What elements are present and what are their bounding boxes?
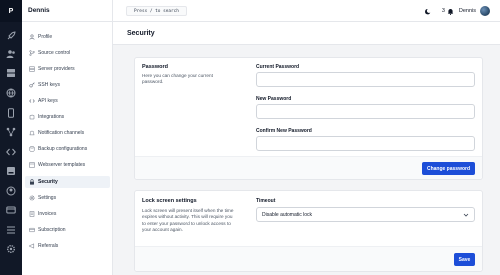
sidebar-item-backup-configurations[interactable]: Backup configurations — [25, 143, 110, 155]
sidebar-item-label: Referrals — [38, 243, 59, 249]
timeout-select[interactable]: Disable automatic lock — [256, 207, 475, 222]
bell-icon — [29, 130, 35, 136]
sidebar-item-api-keys[interactable]: API keys — [25, 95, 110, 107]
network-icon[interactable] — [6, 127, 16, 137]
sidebar-item-label: Source control — [38, 50, 71, 56]
sidebar-item-label: Webserver templates — [38, 162, 86, 168]
branch-icon — [29, 50, 35, 56]
icon-rail: P — [0, 0, 22, 275]
dark-mode-toggle[interactable] — [424, 8, 432, 15]
sidebar-item-webserver-templates[interactable]: Webserver templates — [25, 159, 110, 171]
notifications-button[interactable] — [447, 8, 454, 15]
sidebar-item-label: Notification channels — [38, 130, 85, 136]
save-button[interactable]: Save — [454, 253, 475, 266]
password-card-footer: Change password — [135, 156, 482, 179]
database-icon — [29, 146, 35, 152]
new-password-field[interactable] — [256, 104, 475, 119]
sidebar-item-label: Integrations — [38, 114, 65, 120]
moon-icon — [424, 8, 431, 14]
lock-card-footer: Save — [135, 246, 482, 271]
confirm-password-label: Confirm New Password — [256, 128, 312, 134]
template-icon — [29, 162, 35, 168]
rocket-icon[interactable] — [6, 31, 16, 41]
settings-icon[interactable] — [6, 244, 16, 254]
server-icon — [29, 66, 35, 72]
users-icon[interactable] — [6, 49, 16, 59]
sidebar-item-server-providers[interactable]: Server providers — [25, 63, 110, 75]
gear-icon — [29, 195, 35, 201]
password-section-description: Here you can change your current passwor… — [142, 73, 213, 85]
sidebar-item-source-control[interactable]: Source control — [25, 47, 110, 59]
sidebar-item-label: SSH keys — [38, 82, 60, 88]
timeout-label: Timeout — [256, 198, 276, 204]
change-password-button[interactable]: Change password — [422, 162, 475, 175]
account-icon[interactable] — [6, 186, 16, 196]
sidebar-item-label: API keys — [38, 98, 58, 104]
page-title: Security — [113, 22, 500, 45]
sidebar-item-label: Settings — [38, 195, 57, 201]
avatar[interactable] — [480, 6, 490, 16]
megaphone-icon — [29, 243, 35, 249]
storage-icon[interactable] — [6, 166, 16, 176]
sidebar-item-security[interactable]: Security — [25, 176, 110, 188]
current-password-field[interactable] — [256, 72, 475, 87]
key-icon — [29, 82, 35, 88]
sidebar-item-notification-channels[interactable]: Notification channels — [25, 127, 110, 139]
user-icon — [29, 34, 35, 40]
lock-screen-card: Lock screen settings Lock screen will pr… — [134, 190, 483, 272]
lock-section-description: Lock screen will present itself when the… — [142, 208, 234, 232]
sidebar-item-label: Backup configurations — [38, 146, 88, 152]
servers-icon[interactable] — [6, 68, 16, 78]
list-icon[interactable] — [6, 225, 16, 235]
sidebar-item-profile[interactable]: Profile — [25, 31, 110, 43]
password-section-title: Password — [142, 64, 168, 70]
top-bar: Press / to search 3 Dennis — [113, 0, 500, 22]
puzzle-icon — [29, 114, 35, 120]
notification-count: 3 — [441, 8, 445, 14]
invoice-icon — [29, 211, 35, 217]
settings-sidebar: Dennis Profile Source control Server provi… — [22, 0, 113, 275]
sidebar-item-referrals[interactable]: Referrals — [25, 240, 110, 252]
billing-icon[interactable] — [6, 205, 16, 215]
new-password-label: New Password — [256, 96, 292, 102]
lock-section-title: Lock screen settings — [142, 198, 197, 204]
password-card: Password Here you can change your curren… — [134, 57, 483, 180]
search-button[interactable]: Press / to search — [126, 6, 187, 16]
user-menu-name[interactable]: Dennis — [459, 8, 476, 14]
sidebar-item-ssh-keys[interactable]: SSH keys — [25, 79, 110, 91]
sidebar-item-label: Profile — [38, 34, 53, 40]
lock-icon — [29, 179, 35, 185]
confirm-password-field[interactable] — [256, 136, 475, 151]
bell-icon — [447, 8, 454, 15]
sidebar-item-integrations[interactable]: Integrations — [25, 111, 110, 123]
chevron-down-icon — [463, 212, 469, 218]
sidebar-user-name: Dennis — [22, 0, 112, 22]
globe-icon[interactable] — [6, 88, 16, 98]
mobile-icon[interactable] — [6, 108, 16, 118]
current-password-label: Current Password — [256, 64, 300, 70]
code-icon — [29, 98, 35, 104]
sidebar-item-label: Security — [38, 179, 58, 185]
sidebar-item-invoices[interactable]: Invoices — [25, 208, 110, 220]
app-logo[interactable]: P — [0, 0, 22, 22]
card-icon — [29, 227, 35, 233]
sidebar-item-label: Server providers — [38, 66, 75, 72]
code-icon[interactable] — [6, 147, 16, 157]
sidebar-item-label: Invoices — [38, 211, 57, 217]
timeout-selected-value: Disable automatic lock — [262, 211, 313, 218]
sidebar-item-settings[interactable]: Settings — [25, 192, 110, 204]
sidebar-item-label: Subscription — [38, 227, 66, 233]
sidebar-item-subscription[interactable]: Subscription — [25, 224, 110, 236]
